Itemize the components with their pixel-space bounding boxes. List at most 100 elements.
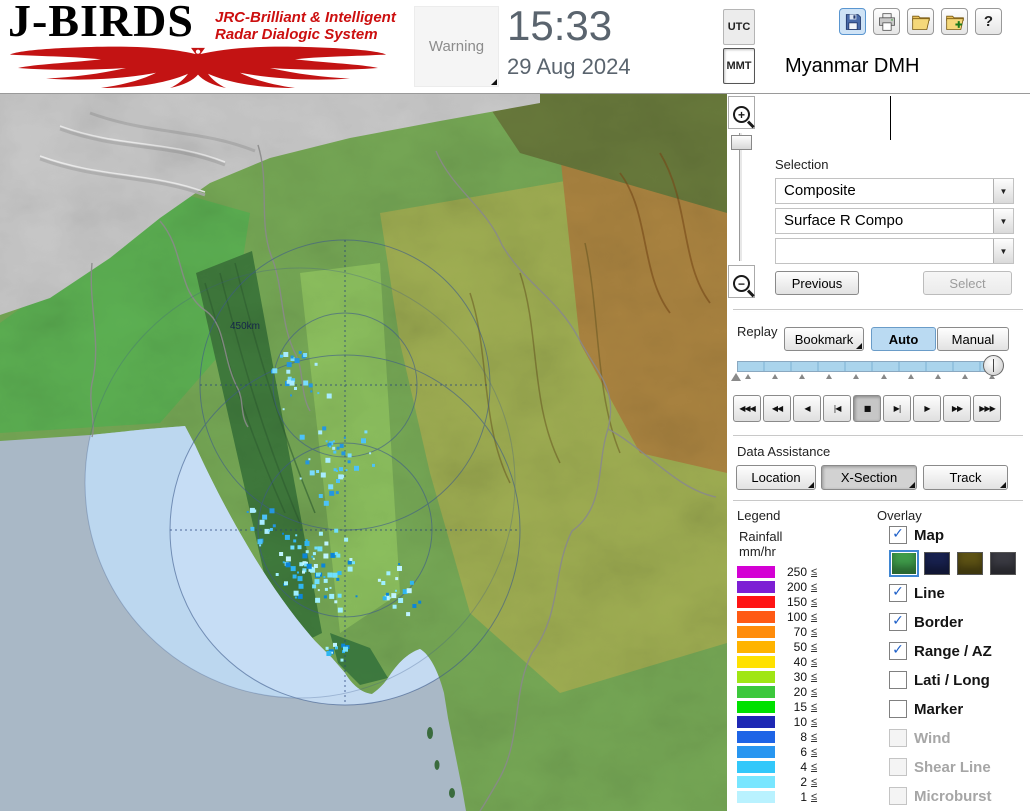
overlay-item-range-az[interactable]: ✓ Range / AZ: [889, 639, 1030, 663]
product-dropdown[interactable]: Surface R Compo ▼: [775, 208, 1014, 234]
overlay-options: ✓ Map ✓ Line ✓ Border ✓ Range / AZ Lati / Long Ma…: [889, 523, 1030, 811]
step-back-button[interactable]: |◀: [823, 395, 851, 422]
play-button[interactable]: ▶: [913, 395, 941, 422]
legend-value: 200: [786, 579, 807, 594]
option-dropdown[interactable]: ▼: [775, 238, 1014, 264]
zoom-out-button[interactable]: −: [728, 265, 755, 298]
legend-leq-symbol: ≤: [811, 670, 818, 683]
save-button[interactable]: [839, 8, 866, 35]
fast-forward-button[interactable]: ▶▶: [943, 395, 971, 422]
legend-leq-symbol: ≤: [811, 625, 818, 638]
checkbox[interactable]: [889, 671, 907, 689]
warning-button[interactable]: Warning: [414, 6, 499, 87]
legend-leq-symbol: ≤: [811, 745, 818, 758]
replay-timeline-track[interactable]: [737, 361, 1001, 372]
text-cursor: [890, 96, 891, 140]
chevron-down-icon[interactable]: ▼: [993, 179, 1013, 203]
map-color-swatch[interactable]: [990, 551, 1016, 575]
legend-value: 30: [793, 669, 807, 684]
chevron-down-icon[interactable]: ▼: [993, 209, 1013, 233]
zoom-slider-track[interactable]: [739, 133, 743, 261]
overlay-label: Marker: [914, 700, 964, 718]
zoom-in-icon: +: [733, 106, 750, 123]
step-forward-button[interactable]: ▶|: [883, 395, 911, 422]
checkbox[interactable]: [889, 700, 907, 718]
control-panel: Selection Composite ▼ Surface R Compo ▼ …: [727, 93, 1030, 811]
jump-end-button[interactable]: ▶▶▶: [973, 395, 1001, 422]
checkbox[interactable]: [889, 787, 907, 805]
range-ring-label: 450km: [230, 321, 261, 332]
legend-row: 40 ≤: [737, 654, 817, 669]
radar-map[interactable]: 450km: [0, 93, 727, 811]
clock-date: 29 Aug 2024: [507, 54, 631, 79]
import-button[interactable]: [941, 8, 968, 35]
legend-leq-symbol: ≤: [811, 610, 818, 623]
timeline-tick: [745, 374, 751, 379]
overlay-label: Microburst: [914, 787, 992, 805]
legend-value: 20: [793, 684, 807, 699]
composite-dropdown[interactable]: Composite ▼: [775, 178, 1014, 204]
overlay-label: Range / AZ: [914, 642, 992, 660]
map-color-swatch[interactable]: [889, 549, 919, 577]
divider: [733, 435, 1023, 438]
mmt-button[interactable]: MMT: [723, 48, 755, 84]
chevron-down-icon[interactable]: ▼: [993, 239, 1013, 263]
x-section-button[interactable]: X-Section: [821, 465, 917, 490]
manual-button[interactable]: Manual: [937, 327, 1009, 351]
checkbox[interactable]: ✓: [889, 584, 907, 602]
legend-leq-symbol: ≤: [811, 580, 818, 593]
timeline-thumb[interactable]: [983, 355, 1004, 376]
legend-scale: 250 ≤200 ≤150 ≤100 ≤70 ≤50 ≤40 ≤30 ≤20 ≤15 ≤10 ≤8 ≤6…: [737, 564, 817, 804]
legend-color-swatch: [737, 580, 775, 593]
legend-row: 30 ≤: [737, 669, 817, 684]
overlay-item-microburst[interactable]: Microburst: [889, 784, 1030, 808]
checkbox[interactable]: ✓: [889, 642, 907, 660]
jump-start-button[interactable]: ◀◀◀: [733, 395, 761, 422]
clock-time: 15:33: [507, 2, 613, 49]
legend-color-swatch: [737, 595, 775, 608]
play-reverse-button[interactable]: ◀: [793, 395, 821, 422]
checkbox[interactable]: [889, 729, 907, 747]
bookmark-button[interactable]: Bookmark: [784, 327, 864, 351]
legend-color-swatch: [737, 775, 775, 788]
overlay-label: Shear Line: [914, 758, 991, 776]
select-button[interactable]: Select: [923, 271, 1012, 295]
overlay-item-border[interactable]: ✓ Border: [889, 610, 1030, 634]
checkbox[interactable]: ✓: [889, 526, 907, 544]
overlay-item-wind[interactable]: Wind: [889, 726, 1030, 750]
jbirds-app: J-BIRDS JRC-Brilliant & Intelligent Rada…: [0, 0, 1030, 811]
legend-value: 250: [786, 564, 807, 579]
track-button[interactable]: Track: [923, 465, 1008, 490]
open-folder-button[interactable]: [907, 8, 934, 35]
zoom-slider-thumb[interactable]: [731, 135, 752, 150]
legend-leq-symbol: ≤: [811, 700, 818, 713]
overlay-item-map[interactable]: ✓ Map: [889, 523, 1030, 547]
zoom-in-button[interactable]: +: [728, 96, 755, 129]
print-button[interactable]: [873, 8, 900, 35]
checkbox[interactable]: ✓: [889, 613, 907, 631]
overlay-item-marker[interactable]: Marker: [889, 697, 1030, 721]
help-button[interactable]: ?: [975, 8, 1002, 35]
timeline-tick: [853, 374, 860, 379]
stop-button[interactable]: ■: [853, 395, 881, 422]
map-color-swatch[interactable]: [957, 551, 983, 575]
product-dropdown-value: Surface R Compo: [784, 212, 904, 229]
zoom-out-icon: −: [733, 275, 750, 292]
checkbox[interactable]: [889, 758, 907, 776]
printer-icon: [878, 12, 895, 31]
legend-color-swatch: [737, 565, 775, 578]
folder-icon: [911, 15, 930, 30]
overlay-section-label: Overlay: [877, 508, 922, 523]
auto-button[interactable]: Auto: [871, 327, 936, 351]
overlay-item-shear-line[interactable]: Shear Line: [889, 755, 1030, 779]
timeline-tick: [907, 374, 914, 379]
map-color-swatch[interactable]: [924, 551, 950, 575]
location-button[interactable]: Location: [736, 465, 816, 490]
tagline-line1: JRC-Brilliant & Intelligent: [215, 9, 396, 26]
utc-button[interactable]: UTC: [723, 9, 755, 45]
fast-rewind-button[interactable]: ◀◀: [763, 395, 791, 422]
legend-color-swatch: [737, 730, 775, 743]
previous-button[interactable]: Previous: [775, 271, 859, 295]
overlay-item-line[interactable]: ✓ Line: [889, 581, 1030, 605]
overlay-item-lati-long[interactable]: Lati / Long: [889, 668, 1030, 692]
